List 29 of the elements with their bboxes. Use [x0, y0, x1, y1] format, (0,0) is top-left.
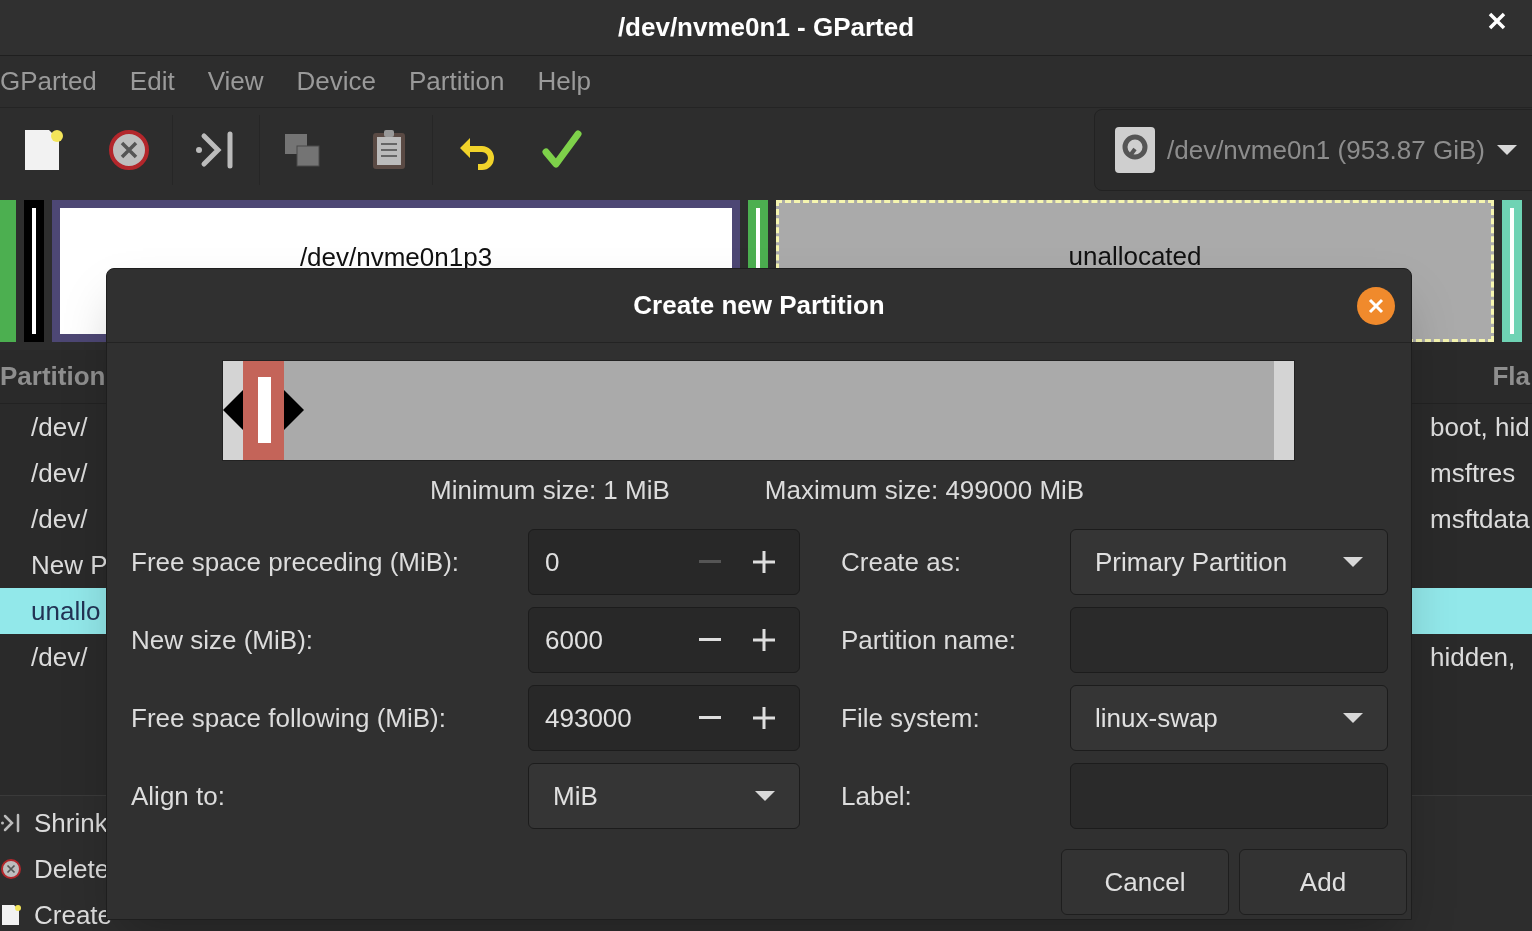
spin-value: 493000: [545, 701, 633, 735]
field-label: File system:: [841, 701, 981, 735]
minimum-size-text: Minimum size: 1 MiB: [430, 473, 670, 507]
device-label: /dev/nvme0n1 (953.87 GiB): [1167, 133, 1485, 167]
dialog-title: Create new Partition: [633, 289, 885, 322]
segment-label: unallocated: [1068, 240, 1202, 273]
table-cell-text: /dev/: [30, 456, 88, 490]
table-cell-text: /dev/: [30, 640, 88, 674]
field-label: Free space following (MiB):: [131, 701, 447, 735]
table-cell-text: /dev/: [30, 410, 88, 444]
window-title: /dev/nvme0n1 - GParted: [617, 11, 915, 44]
table-cell-text: /dev/: [30, 502, 88, 536]
operation-text: Shrink: [34, 806, 108, 840]
table-cell-text: unallo: [30, 594, 101, 628]
table-cell-text: msftres: [1430, 456, 1517, 490]
segment-label: /dev/nvme0n1p3: [299, 241, 493, 274]
field-label: New size (MiB):: [131, 623, 314, 657]
field-label: Label:: [841, 779, 913, 813]
maximum-size-text: Maximum size: 499000 MiB: [764, 473, 1085, 507]
field-label: Partition name:: [841, 623, 1017, 657]
field-label: Align to:: [131, 779, 226, 813]
operation-text: Delete: [34, 852, 110, 886]
table-cell-text: hidden,: [1430, 640, 1517, 674]
field-label: Free space preceding (MiB):: [131, 545, 461, 579]
table-cell-text: boot, hid: [1430, 410, 1531, 444]
field-label: Create as:: [841, 545, 962, 579]
spin-value: 6000: [545, 623, 604, 657]
table-cell-text: msftdata: [1430, 502, 1531, 536]
spin-value: 0: [545, 545, 561, 579]
